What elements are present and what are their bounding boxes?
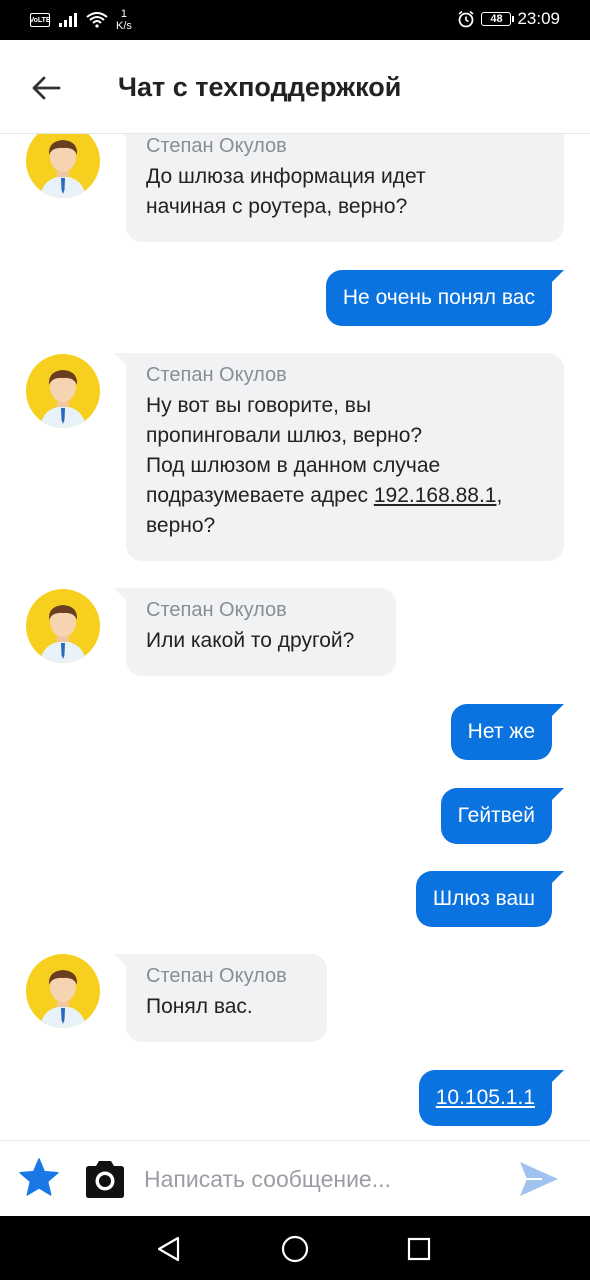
message-composer [0, 1140, 590, 1216]
ip-link[interactable]: 192.168.88.1 [374, 484, 497, 507]
sender-name: Степан Окулов [146, 364, 287, 386]
camera-button[interactable] [82, 1157, 128, 1201]
status-bar: VoLTE 1 K/s 48 23:09 [0, 0, 590, 40]
avatar-person-icon [40, 140, 86, 198]
message-line: верно? [146, 514, 216, 537]
wifi-icon [86, 12, 108, 28]
avatar-person-icon [40, 970, 86, 1028]
outgoing-message: Нет же [450, 704, 565, 760]
outgoing-message: Шлюз ваш [415, 871, 565, 927]
page-title: Чат с техподдержкой [118, 72, 402, 102]
send-icon [520, 1162, 558, 1196]
arrow-left-icon [32, 76, 61, 100]
incoming-message: Степан Окулов Ну вот вы говорите, вы про… [114, 353, 564, 561]
nav-back-icon[interactable] [156, 1236, 182, 1262]
back-button[interactable] [24, 66, 68, 110]
incoming-message: Степан Окулов До шлюза информация идет н… [114, 134, 564, 242]
alarm-icon [458, 10, 474, 28]
star-icon [19, 1158, 59, 1196]
sender-name: Степан Окулов [146, 135, 287, 157]
signal-icon [59, 13, 77, 27]
incoming-message: Степан Окулов Или какой то другой? [114, 588, 396, 676]
system-nav-bar [0, 1216, 590, 1280]
chat-messages[interactable]: Степан Окулов До шлюза информация идет н… [0, 134, 590, 1140]
avatar[interactable] [26, 134, 100, 198]
message-line: До шлюза информация идет [146, 165, 426, 188]
message-line: пропинговали шлюз, верно? [146, 424, 423, 447]
avatar[interactable] [26, 954, 100, 1028]
sender-name: Степан Окулов [146, 965, 287, 987]
clock: 23:09 [517, 9, 560, 28]
favorite-button[interactable] [18, 1157, 62, 1201]
nav-home-icon[interactable] [281, 1235, 309, 1263]
message-line: начиная с роутера, верно? [146, 195, 408, 218]
volte-icon: VoLTE [29, 13, 51, 27]
message-text: Гейтвей [457, 804, 535, 827]
message-line: Ну вот вы говорите, вы [146, 394, 372, 417]
message-text: Шлюз ваш [432, 887, 535, 910]
network-speed: 1 K/s [116, 8, 132, 32]
avatar[interactable] [26, 589, 100, 663]
ip-link[interactable]: 10.105.1.1 [436, 1086, 535, 1110]
outgoing-message: Не очень понял вас [325, 270, 565, 326]
avatar[interactable] [26, 354, 100, 428]
status-right: 48 23:09 [457, 9, 560, 29]
sender-name: Степан Окулов [146, 599, 287, 621]
message-line: Или какой то другой? [146, 629, 355, 652]
header: Чат с техподдержкой [0, 40, 590, 134]
outgoing-message: Гейтвей [440, 788, 565, 844]
camera-icon [86, 1161, 124, 1198]
message-text: Не очень понял вас [342, 286, 535, 309]
message-text: Нет же [467, 720, 535, 743]
avatar-person-icon [40, 370, 86, 428]
avatar-person-icon [40, 605, 86, 663]
incoming-message: Степан Окулов Понял вас. [114, 954, 327, 1042]
send-button[interactable] [518, 1159, 560, 1199]
message-line: Под шлюзом в данном случае [146, 454, 441, 477]
message-line: подразумеваете адрес 192.168.88.1, [146, 484, 503, 507]
nav-recent-icon[interactable] [407, 1237, 431, 1261]
outgoing-message: 10.105.1.1 [418, 1070, 565, 1126]
message-input[interactable] [144, 1159, 494, 1199]
message-line: Понял вас. [146, 995, 253, 1018]
battery-icon: 48 [481, 12, 515, 26]
status-left: VoLTE 1 K/s [29, 8, 132, 32]
